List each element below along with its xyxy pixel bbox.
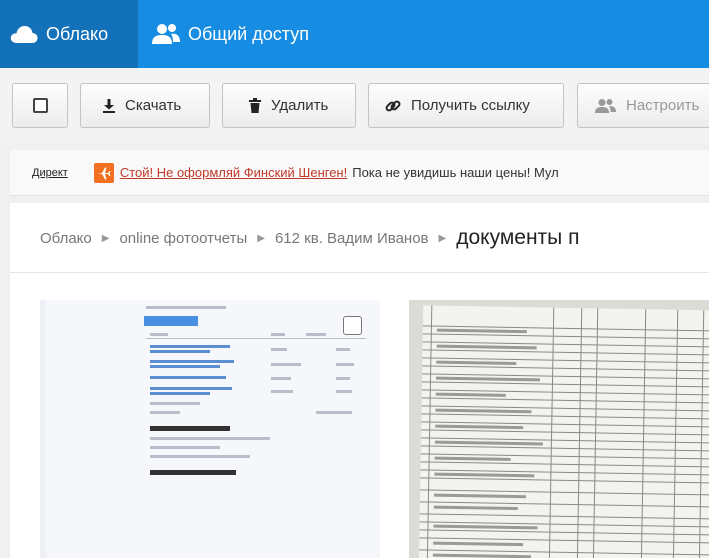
file-thumbnail[interactable] bbox=[409, 300, 709, 558]
photo-preview bbox=[418, 305, 709, 558]
select-all-button[interactable] bbox=[12, 83, 68, 128]
ad-link[interactable]: Стой! Не оформляй Финский Шенген! bbox=[120, 165, 347, 180]
file-select-checkbox[interactable] bbox=[343, 316, 362, 335]
get-link-label: Получить ссылку bbox=[411, 97, 530, 114]
download-label: Скачать bbox=[125, 97, 182, 114]
users-icon bbox=[152, 24, 180, 44]
tab-cloud-label: Облако bbox=[46, 23, 109, 44]
divider bbox=[10, 272, 709, 273]
toolbar: Скачать Удалить Получить ссылку Настроит… bbox=[0, 68, 709, 144]
tab-shared-access[interactable]: Общий доступ bbox=[152, 0, 309, 68]
download-icon bbox=[103, 98, 115, 113]
file-thumbnail[interactable] bbox=[40, 300, 380, 558]
tab-cloud[interactable]: Облако bbox=[0, 0, 138, 68]
plane-icon[interactable] bbox=[93, 162, 114, 183]
file-browser: Облако ▶ online фотоотчеты ▶ 612 кв. Вад… bbox=[10, 203, 709, 558]
ad-direct-label[interactable]: Директ bbox=[32, 167, 68, 179]
breadcrumb-item[interactable]: 612 кв. Вадим Иванов bbox=[275, 230, 429, 247]
delete-label: Удалить bbox=[271, 97, 329, 114]
select-all-checkbox[interactable] bbox=[32, 98, 48, 113]
delete-button[interactable]: Удалить bbox=[222, 83, 356, 128]
get-link-button[interactable]: Получить ссылку bbox=[368, 83, 564, 128]
download-button[interactable]: Скачать bbox=[80, 83, 210, 128]
breadcrumb-current: документы п bbox=[456, 226, 580, 249]
configure-access-button[interactable]: Настроить bbox=[577, 83, 709, 128]
breadcrumb: Облако ▶ online фотоотчеты ▶ 612 кв. Вад… bbox=[40, 223, 579, 253]
photo-preview bbox=[46, 300, 380, 558]
top-nav: Облако Общий доступ bbox=[0, 0, 709, 68]
link-icon bbox=[385, 100, 401, 111]
chevron-right-icon: ▶ bbox=[101, 232, 110, 244]
ad-text: Пока не увидишь наши цены! Мул bbox=[352, 165, 559, 180]
breadcrumb-item[interactable]: Облако bbox=[40, 230, 92, 247]
cloud-icon bbox=[10, 26, 38, 43]
configure-access-label: Настроить bbox=[626, 97, 700, 114]
chevron-right-icon: ▶ bbox=[257, 232, 265, 244]
breadcrumb-item[interactable]: online фотоотчеты bbox=[119, 230, 247, 247]
chevron-right-icon: ▶ bbox=[438, 232, 447, 244]
users-icon bbox=[595, 98, 616, 113]
trash-icon bbox=[249, 98, 261, 113]
tab-shared-access-label: Общий доступ bbox=[188, 23, 309, 44]
ad-banner: Директ Стой! Не оформляй Финский Шенген!… bbox=[10, 150, 709, 196]
